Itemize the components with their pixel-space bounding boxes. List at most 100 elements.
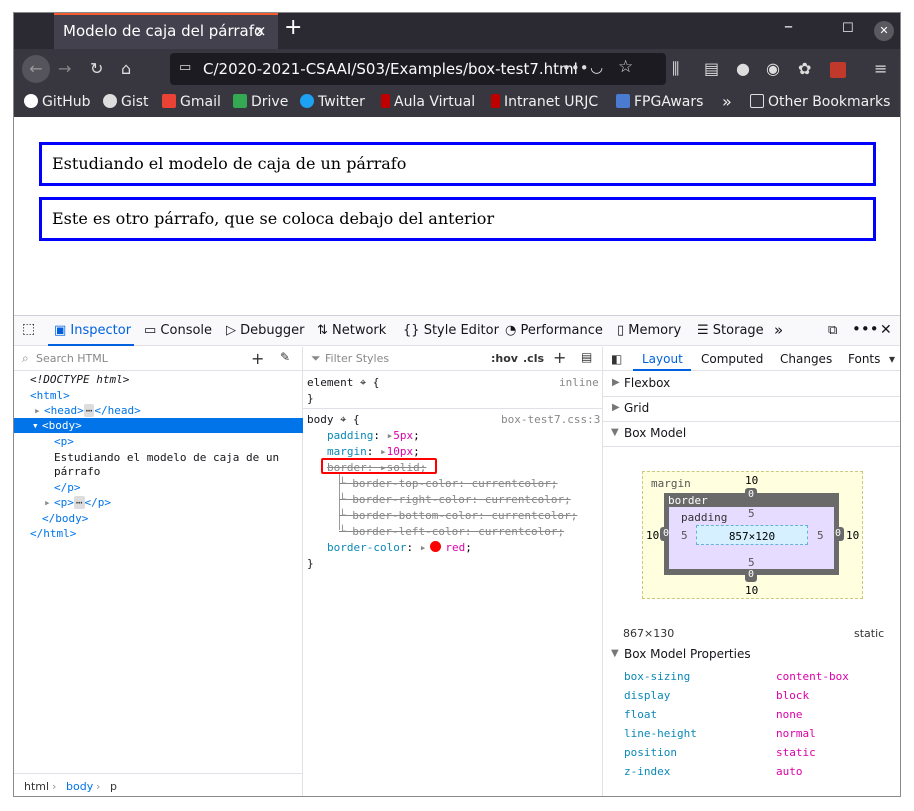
tab-performance[interactable]: ◔ Performance [505, 323, 603, 338]
breadcrumb-p[interactable]: p [110, 780, 117, 793]
decl-border-color[interactable]: border-color: ▸ red; [327, 541, 472, 554]
body-rule-source[interactable]: box-test7.css:3 [501, 413, 600, 426]
padding-top[interactable]: 5 [748, 507, 755, 520]
decl-padding[interactable]: padding: ▸5px; [327, 429, 420, 442]
colorpicker-ext-icon[interactable] [830, 62, 846, 78]
dock-icon[interactable]: ⧉ [828, 323, 837, 338]
reload-icon[interactable]: ↻ [90, 59, 103, 78]
hov-button[interactable]: :hov [491, 352, 518, 365]
head-expand-icon[interactable]: ▸ [34, 404, 41, 417]
html-node[interactable]: <html> [30, 389, 70, 402]
section-box-model[interactable]: ▼ Box Model [603, 422, 900, 447]
breadcrumb-body[interactable]: body [66, 780, 93, 793]
tab-close-icon[interactable]: × [254, 22, 267, 40]
section-grid[interactable]: ▶ Grid [603, 397, 900, 422]
menu-icon[interactable]: ≡ [874, 59, 887, 78]
chevron-down-icon[interactable]: ▾ [889, 352, 895, 366]
url-bar[interactable]: ▭ C/2020-2021-CSAAI/S03/Examples/box-tes… [170, 53, 666, 85]
tab-console[interactable]: ▭ Console [144, 323, 212, 338]
overridden-border-top-color: └ border-top-color: currentcolor; [339, 477, 558, 490]
tab-storage[interactable]: ☰ Storage [697, 323, 764, 338]
new-tab-button[interactable]: + [284, 15, 302, 40]
margin-left[interactable]: 10 [646, 529, 659, 542]
sidebar-icon[interactable]: ▤ [704, 59, 719, 78]
devtools-close-icon[interactable]: ✕ [880, 322, 892, 338]
tab-fonts[interactable]: Fonts [848, 352, 880, 366]
tab-network[interactable]: ⇅ Network [317, 323, 386, 338]
urjc-icon [381, 94, 390, 108]
bookmark-aula-virtual[interactable]: Aula Virtual [381, 94, 475, 110]
filter-styles-input[interactable]: Filter Styles [325, 352, 389, 365]
maximize-icon[interactable]: ☐ [842, 21, 854, 36]
border-bottom[interactable]: 0 [745, 568, 757, 582]
bookmark-drive[interactable]: Drive [233, 94, 288, 110]
tab-memory[interactable]: ▯ Memory [617, 323, 681, 338]
more-actions-icon[interactable]: ••• [562, 59, 589, 77]
home-icon[interactable]: ⌂ [121, 59, 131, 78]
star-icon[interactable]: ☆ [618, 57, 633, 77]
p2-node[interactable]: <p> ⋯ </p> [54, 496, 111, 509]
margin-top[interactable]: 10 [745, 474, 758, 487]
more-tools-icon[interactable]: » [774, 321, 783, 339]
tab-debugger[interactable]: ▷ Debugger [226, 323, 305, 338]
minimize-icon[interactable]: – [784, 16, 793, 37]
window-close-icon[interactable]: ✕ [874, 21, 894, 41]
other-bookmarks[interactable]: Other Bookmarks [750, 94, 890, 110]
p-node[interactable]: <p> [54, 435, 74, 448]
chevron-right-icon: › [52, 780, 57, 793]
bookmark-fpgawars[interactable]: FPGAwars [616, 94, 703, 110]
github-ext-icon[interactable]: ◉ [766, 59, 780, 78]
bookmark-intranet-urjc[interactable]: Intranet URJC [491, 94, 598, 110]
search-html-input[interactable]: Search HTML [36, 352, 108, 365]
padding-left[interactable]: 5 [681, 529, 688, 542]
prop-value: normal [776, 727, 816, 740]
tab-style-editor[interactable]: {} Style Editor [403, 323, 499, 338]
back-arrow-icon[interactable]: ← [22, 55, 50, 83]
browser-tab[interactable]: Modelo de caja del párrafo × [54, 13, 278, 49]
pocket-icon[interactable]: ◡ [590, 58, 603, 76]
box-content[interactable]: 857×120 [696, 525, 808, 545]
padding-bottom[interactable]: 5 [748, 556, 755, 569]
bookmark-github[interactable]: GitHub [24, 94, 91, 110]
padding-right[interactable]: 5 [817, 529, 824, 542]
head-node[interactable]: <head> ⋯ </head> [44, 404, 141, 417]
bookmark-gist[interactable]: Gist [103, 94, 149, 110]
debugger-icon: ▷ [226, 323, 241, 338]
body-node[interactable]: <body> [42, 419, 82, 432]
tab-inspector[interactable]: ▣ Inspector [54, 323, 131, 338]
bookmark-twitter[interactable]: Twitter [300, 94, 365, 110]
devtools-menu-icon[interactable]: ••• [852, 320, 879, 338]
sidebar-toggle-icon[interactable]: ◧ [611, 352, 622, 366]
account-icon[interactable]: ● [736, 59, 750, 78]
section-flexbox[interactable]: ▶ Flexbox [603, 372, 900, 397]
gnome-ext-icon[interactable]: ✿ [798, 59, 811, 78]
print-simulation-icon[interactable]: ▤ [581, 350, 592, 364]
border-top[interactable]: 0 [745, 488, 757, 502]
memory-icon: ▯ [617, 323, 629, 338]
pick-element-icon[interactable]: ⬚ [22, 321, 35, 337]
breadcrumb-html[interactable]: html [24, 780, 49, 793]
margin-right[interactable]: 10 [846, 529, 859, 542]
color-swatch[interactable] [430, 541, 442, 552]
body-rule: body ⌖ { [307, 413, 360, 426]
bookmarks-overflow-icon[interactable]: » [722, 92, 732, 111]
body-collapse-icon[interactable]: ▾ [32, 419, 39, 432]
margin-bottom[interactable]: 10 [745, 584, 758, 597]
add-node-icon[interactable]: + [251, 349, 264, 368]
tab-computed[interactable]: Computed [701, 352, 763, 366]
eyedropper-icon[interactable]: ✎ [280, 350, 290, 364]
tab-changes[interactable]: Changes [780, 352, 832, 366]
tab-bar: Modelo de caja del párrafo × + – ☐ ✕ [14, 13, 900, 49]
p2-expand-icon[interactable]: ▸ [44, 496, 51, 509]
body-close-node: </body> [42, 512, 89, 525]
p-text-line-1: Estudiando el modelo de caja de un [54, 451, 280, 464]
tab-layout[interactable]: Layout [642, 352, 683, 366]
prop-name: z-index [624, 765, 671, 778]
decl-margin[interactable]: margin: ▸10px; [327, 445, 420, 458]
bookmark-gmail[interactable]: Gmail [162, 94, 221, 110]
library-icon[interactable]: ⫼ [672, 59, 679, 79]
add-rule-icon[interactable]: + [553, 348, 566, 367]
box-model-properties-header[interactable]: ▼ Box Model Properties [603, 643, 900, 667]
cls-button[interactable]: .cls [523, 352, 544, 365]
forward-arrow-icon[interactable]: → [58, 59, 71, 78]
